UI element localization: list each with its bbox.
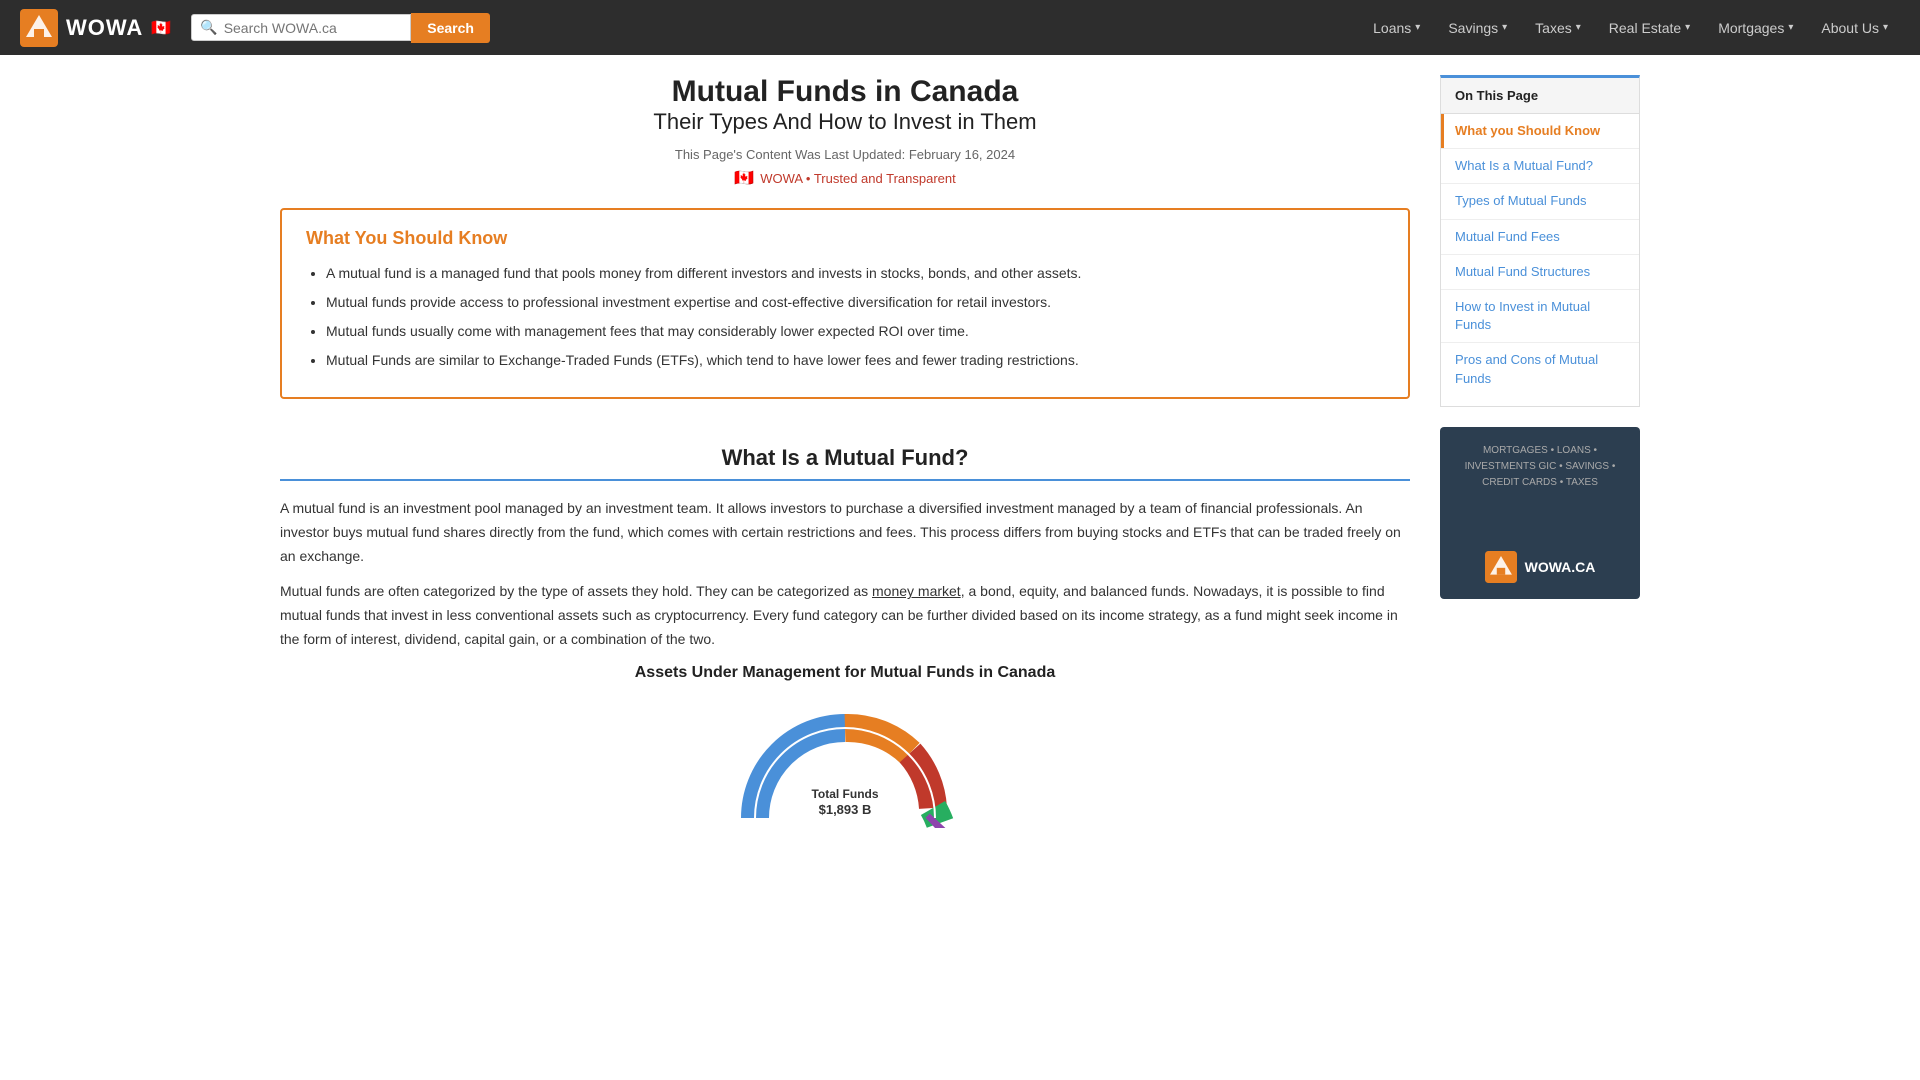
dropdown-arrow: ▾ <box>1415 22 1420 33</box>
toc-item-what-you-should-know: What you Should Know <box>1441 114 1639 149</box>
toc-title: On This Page <box>1441 78 1639 114</box>
search-area: 🔍 Search <box>191 13 490 43</box>
toc-link-mutual-fund-structures[interactable]: Mutual Fund Structures <box>1441 255 1639 289</box>
wowa-logo-icon <box>20 9 58 47</box>
ad-logo-text: WOWA.CA <box>1525 559 1596 575</box>
trusted-text: WOWA • Trusted and Transparent <box>760 171 956 186</box>
toc-item-how-to-invest: How to Invest in Mutual Funds <box>1441 290 1639 343</box>
nav-item-real-estate[interactable]: Real Estate▾ <box>1597 12 1702 44</box>
info-box-list: A mutual fund is a managed fund that poo… <box>306 263 1384 371</box>
nav-item-about-us[interactable]: About Us▾ <box>1809 12 1900 44</box>
ad-logo-icon <box>1485 551 1517 583</box>
svg-text:Total Funds: Total Funds <box>811 787 878 801</box>
main-nav: Loans▾Savings▾Taxes▾Real Estate▾Mortgage… <box>1361 12 1900 44</box>
logo-area[interactable]: WOWA 🇨🇦 <box>20 9 171 47</box>
dropdown-arrow: ▾ <box>1685 22 1690 33</box>
toc-item-types-of-mutual-funds: Types of Mutual Funds <box>1441 184 1639 219</box>
section2-para1: A mutual fund is an investment pool mana… <box>280 497 1410 568</box>
info-bullet: Mutual Funds are similar to Exchange-Tra… <box>326 350 1384 371</box>
nav-item-savings[interactable]: Savings▾ <box>1436 12 1519 44</box>
search-input[interactable] <box>224 20 403 36</box>
toc-link-mutual-fund-fees[interactable]: Mutual Fund Fees <box>1441 220 1639 254</box>
toc-item-mutual-fund-fees: Mutual Fund Fees <box>1441 220 1639 255</box>
donut-chart: Total Funds $1,893 B <box>735 698 955 828</box>
toc-box: On This Page What you Should KnowWhat Is… <box>1440 75 1640 407</box>
toc-list: What you Should KnowWhat Is a Mutual Fun… <box>1441 114 1639 396</box>
page-title-block: Mutual Funds in Canada Their Types And H… <box>280 75 1410 135</box>
money-market-link[interactable]: money market <box>872 583 961 599</box>
dropdown-arrow: ▾ <box>1576 22 1581 33</box>
ad-topics: MORTGAGES • LOANS • INVESTMENTS GIC • SA… <box>1456 443 1624 491</box>
chart-section: Assets Under Management for Mutual Funds… <box>280 664 1410 828</box>
chart-title: Assets Under Management for Mutual Funds… <box>280 664 1410 682</box>
ad-logo: WOWA.CA <box>1456 551 1624 583</box>
dropdown-arrow: ▾ <box>1788 22 1793 33</box>
svg-text:$1,893 B: $1,893 B <box>819 802 872 817</box>
section2-para2: Mutual funds are often categorized by th… <box>280 580 1410 651</box>
toc-item-pros-and-cons: Pros and Cons of Mutual Funds <box>1441 343 1639 395</box>
trusted-badge: 🇨🇦 WOWA • Trusted and Transparent <box>280 168 1410 188</box>
info-bullet: A mutual fund is a managed fund that poo… <box>326 263 1384 284</box>
toc-link-types-of-mutual-funds[interactable]: Types of Mutual Funds <box>1441 184 1639 218</box>
dropdown-arrow: ▾ <box>1883 22 1888 33</box>
toc-link-pros-and-cons[interactable]: Pros and Cons of Mutual Funds <box>1441 343 1639 395</box>
chart-container: Total Funds $1,893 B <box>280 698 1410 828</box>
main-content: Mutual Funds in Canada Their Types And H… <box>280 75 1410 828</box>
nav-item-taxes[interactable]: Taxes▾ <box>1523 12 1593 44</box>
page-meta: This Page's Content Was Last Updated: Fe… <box>280 147 1410 162</box>
info-bullet: Mutual funds usually come with managemen… <box>326 321 1384 342</box>
sidebar: On This Page What you Should KnowWhat Is… <box>1440 75 1640 828</box>
search-icon: 🔍 <box>200 19 217 36</box>
nav-item-loans[interactable]: Loans▾ <box>1361 12 1432 44</box>
toc-link-what-is-a-mutual-fund[interactable]: What Is a Mutual Fund? <box>1441 149 1639 183</box>
toc-link-what-you-should-know[interactable]: What you Should Know <box>1441 114 1639 148</box>
toc-item-mutual-fund-structures: Mutual Fund Structures <box>1441 255 1639 290</box>
canada-flag: 🇨🇦 <box>151 18 171 38</box>
donut-svg: Total Funds $1,893 B <box>735 698 955 828</box>
dropdown-arrow: ▾ <box>1502 22 1507 33</box>
info-box: What You Should Know A mutual fund is a … <box>280 208 1410 399</box>
logo-text: WOWA <box>66 15 143 41</box>
page-title-h2: Their Types And How to Invest in Them <box>280 109 1410 135</box>
search-input-wrap: 🔍 <box>191 14 411 41</box>
section2-heading: What Is a Mutual Fund? <box>280 429 1410 481</box>
page-title-h1: Mutual Funds in Canada <box>280 75 1410 109</box>
info-box-heading: What You Should Know <box>306 228 1384 249</box>
nav-item-mortgages[interactable]: Mortgages▾ <box>1706 12 1805 44</box>
info-bullet: Mutual funds provide access to professio… <box>326 292 1384 313</box>
trusted-flag: 🇨🇦 <box>734 168 754 188</box>
toc-item-what-is-a-mutual-fund: What Is a Mutual Fund? <box>1441 149 1639 184</box>
search-button[interactable]: Search <box>411 13 490 43</box>
ad-box: MORTGAGES • LOANS • INVESTMENTS GIC • SA… <box>1440 427 1640 599</box>
toc-link-how-to-invest[interactable]: How to Invest in Mutual Funds <box>1441 290 1639 342</box>
